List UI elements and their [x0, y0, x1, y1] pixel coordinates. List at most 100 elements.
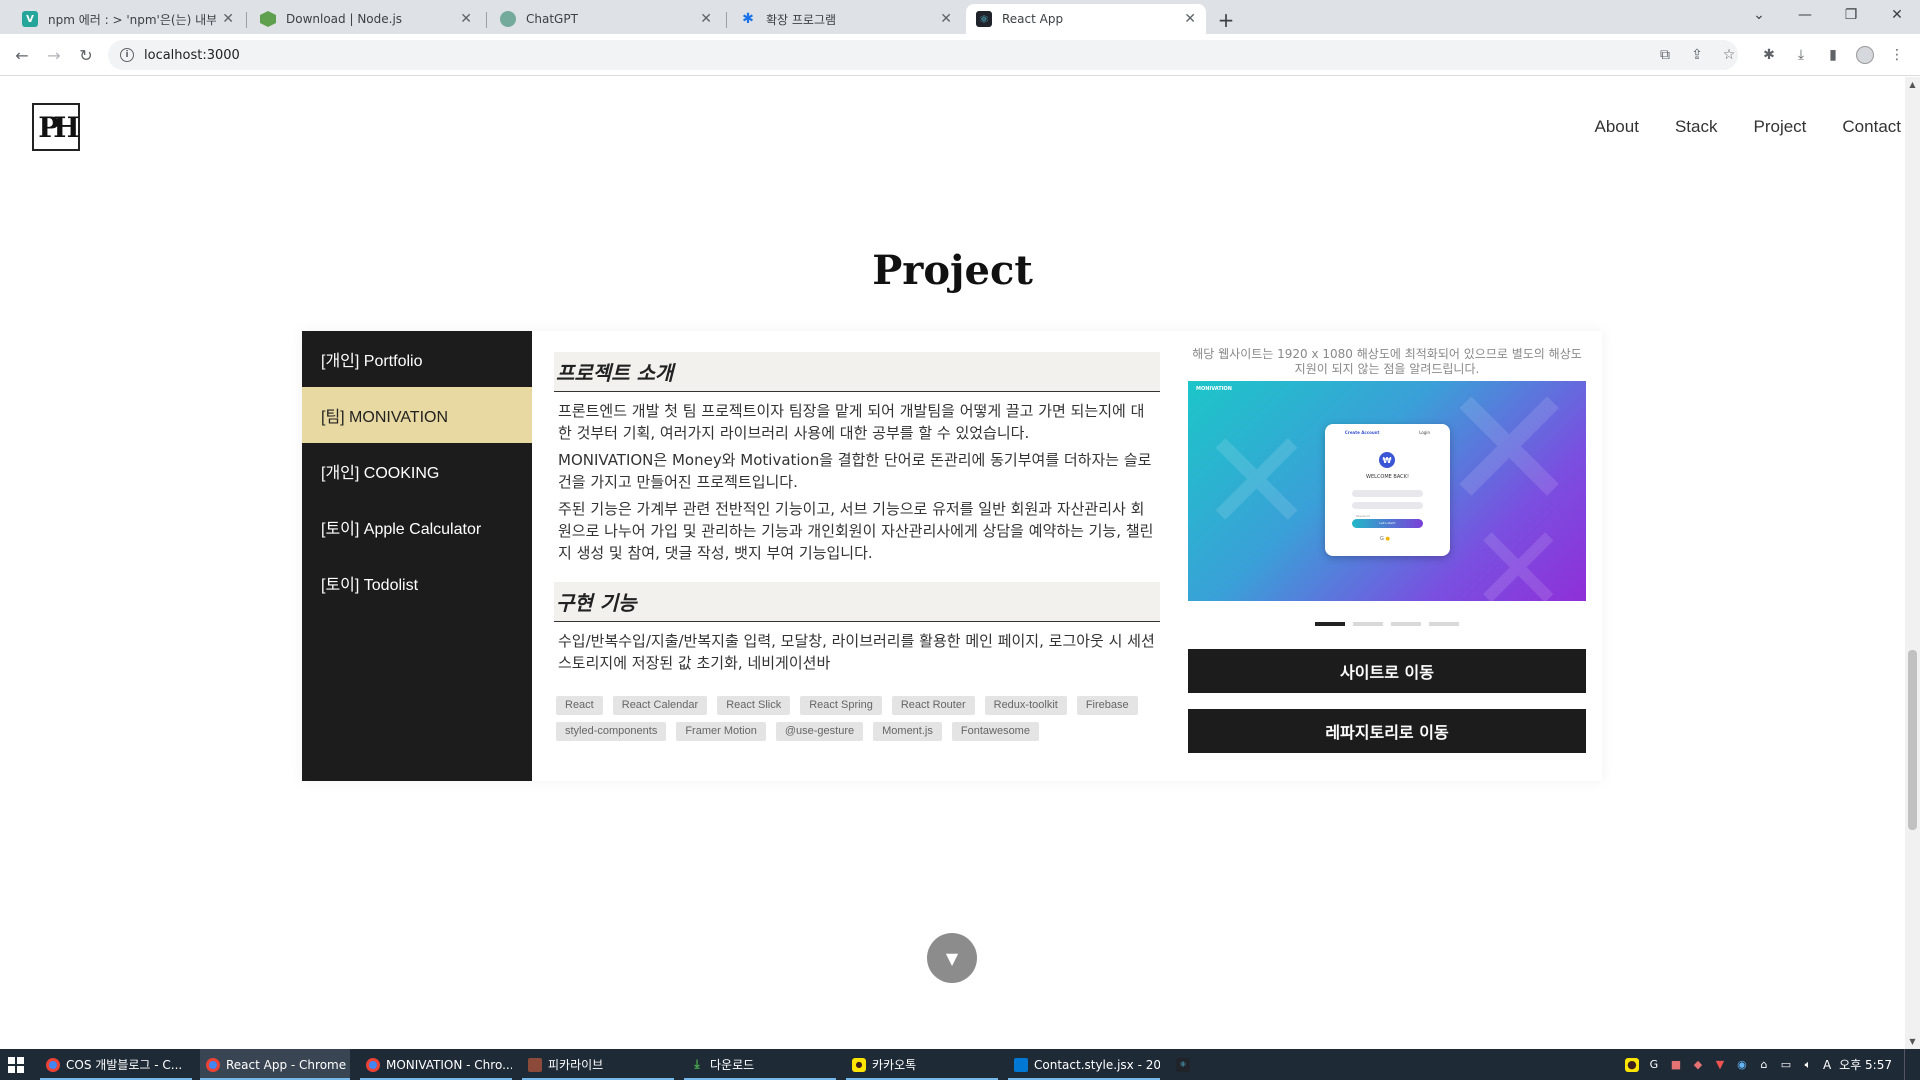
- close-icon[interactable]: ✕: [460, 11, 472, 27]
- project-item-monivation[interactable]: [팀] MONIVATION: [302, 387, 532, 443]
- tab-label: 확장 프로그램: [766, 12, 837, 27]
- kakaotalk-tray-icon[interactable]: ●: [1624, 1057, 1639, 1072]
- back-icon[interactable]: ←: [10, 43, 34, 67]
- taskbar-item-kakaotalk[interactable]: ● 카카오톡: [846, 1049, 998, 1080]
- login-tabs: Create Account Login: [1325, 424, 1450, 435]
- close-icon[interactable]: ✕: [700, 11, 712, 27]
- tech-tag: React Spring: [800, 696, 882, 715]
- slide-dot[interactable]: [1315, 622, 1345, 626]
- share-icon[interactable]: ⇪: [1686, 44, 1708, 66]
- nav-stack[interactable]: Stack: [1675, 117, 1718, 137]
- feature-text: 수입/반복수입/지출/반복지출 입력, 모달창, 라이브러리를 활용한 메인 페…: [558, 632, 1155, 672]
- browser-tab-npm-error[interactable]: V npm 에러 : > 'npm'은(는) 내부 ✕: [12, 4, 244, 34]
- intro-paragraph: MONIVATION은 Money와 Motivation을 결합한 단어로 돈…: [558, 451, 1152, 491]
- slide-dot[interactable]: [1353, 622, 1383, 626]
- site-info-icon[interactable]: i: [120, 48, 134, 62]
- go-to-repository-button[interactable]: 레파지토리로 이동: [1188, 709, 1586, 753]
- project-item-apple-calculator[interactable]: [토이] Apple Calculator: [302, 499, 532, 555]
- antivirus-tray-icon[interactable]: ▼: [1713, 1058, 1727, 1072]
- chrome-icon: [366, 1057, 380, 1072]
- open-in-app-icon[interactable]: ⧉: [1654, 44, 1676, 66]
- project-description: 프로젝트 소개 프론트엔드 개발 첫 팀 프로젝트이자 팀장을 맡게 되어 개발…: [554, 352, 1160, 741]
- display-tray-icon[interactable]: ▭: [1779, 1058, 1793, 1072]
- scroll-down-arrow-icon[interactable]: ▼: [1905, 1034, 1920, 1049]
- slide-dot[interactable]: [1391, 622, 1421, 626]
- feature-heading: 구현 기능: [554, 582, 1160, 622]
- tech-tag: React Slick: [717, 696, 791, 715]
- chrome-menu-icon[interactable]: ⋮: [1886, 44, 1908, 66]
- side-panel-icon[interactable]: ▮: [1822, 44, 1844, 66]
- extensions-icon[interactable]: ✱: [1758, 44, 1780, 66]
- new-tab-button[interactable]: +: [1212, 6, 1240, 34]
- taskbar-item-label: Contact.style.jsx - 20...: [1034, 1057, 1160, 1072]
- project-item-portfolio[interactable]: [개인] Portfolio: [302, 331, 532, 387]
- profile-avatar[interactable]: [1854, 44, 1876, 66]
- tab-separator: [726, 12, 727, 28]
- system-tray: ● G ■ ◆ ▼ ◉ ⌂ ▭ 🔈︎ A 오후 5:57: [1624, 1049, 1910, 1080]
- browser-tab-chatgpt[interactable]: ChatGPT ✕: [490, 4, 722, 34]
- close-icon[interactable]: ✕: [222, 11, 234, 27]
- background-pattern: ✕: [1468, 501, 1569, 601]
- v-site-icon: V: [22, 11, 38, 27]
- g-tray-icon[interactable]: G: [1647, 1058, 1661, 1072]
- nav-project[interactable]: Project: [1753, 117, 1806, 137]
- project-item-todolist[interactable]: [토이] Todolist: [302, 555, 532, 611]
- nav-about[interactable]: About: [1595, 117, 1639, 137]
- ime-indicator[interactable]: A: [1823, 1058, 1831, 1072]
- bookmark-star-icon[interactable]: ☆: [1718, 44, 1740, 66]
- show-desktop-button[interactable]: [1904, 1049, 1910, 1080]
- tab-search-icon[interactable]: ⌄: [1736, 0, 1782, 30]
- forward-icon[interactable]: →: [42, 43, 66, 67]
- browser-tab-react-app[interactable]: ⚛ React App ✕: [966, 4, 1206, 34]
- address-bar[interactable]: i localhost:3000: [108, 40, 1738, 70]
- download-icon[interactable]: ⤓: [1790, 44, 1812, 66]
- taskbar-item-app[interactable]: ⚛: [1170, 1049, 1198, 1080]
- download-folder-icon: ⤓: [694, 1057, 700, 1071]
- pikalive-icon: [528, 1057, 542, 1072]
- security-tray-icon[interactable]: ◆: [1691, 1058, 1705, 1072]
- taskbar-item-vscode[interactable]: Contact.style.jsx - 20...: [1008, 1049, 1160, 1080]
- tech-tag: styled-components: [556, 722, 667, 741]
- go-to-site-button[interactable]: 사이트로 이동: [1188, 649, 1586, 693]
- caret-down-icon: ▼: [945, 948, 959, 968]
- taskbar-item-downloads[interactable]: ⤓ 다운로드: [684, 1049, 836, 1080]
- scrollbar-thumb[interactable]: [1908, 650, 1917, 830]
- restore-icon[interactable]: ❐: [1828, 0, 1874, 30]
- close-icon[interactable]: ✕: [940, 11, 952, 27]
- section-title: Project: [872, 247, 1033, 294]
- project-item-cooking[interactable]: [개인] COOKING: [302, 443, 532, 499]
- network-tray-icon[interactable]: ⌂: [1757, 1058, 1771, 1072]
- cloud-tray-icon[interactable]: ◉: [1735, 1058, 1749, 1072]
- close-icon[interactable]: ✕: [1184, 11, 1196, 27]
- chrome-icon: [206, 1057, 220, 1072]
- scroll-down-button[interactable]: ▼: [927, 933, 977, 983]
- windows-start-icon[interactable]: [8, 1057, 24, 1073]
- taskbar-item-react-app[interactable]: React App - Chrome: [200, 1049, 350, 1080]
- taskbar-item-monivation[interactable]: MONIVATION - Chro...: [360, 1049, 512, 1080]
- browser-tab-strip: V npm 에러 : > 'npm'은(는) 내부 ✕ Download | N…: [0, 0, 1920, 34]
- nav-contact[interactable]: Contact: [1842, 117, 1901, 137]
- taskbar-item-pikalive[interactable]: 피카라이브: [522, 1049, 674, 1080]
- tab-label: Download | Node.js: [286, 12, 403, 26]
- reload-icon[interactable]: ↻: [74, 43, 98, 67]
- tech-tag: React Calendar: [612, 696, 708, 715]
- browser-tab-nodejs[interactable]: Download | Node.js ✕: [250, 4, 482, 34]
- url-text: localhost:3000: [144, 47, 240, 63]
- intro-paragraph: 주된 기능은 가계부 관련 전반적인 기능이고, 서브 기능으로 유저를 일반 …: [558, 500, 1154, 562]
- taskbar-item-chrome-blog[interactable]: COS 개발블로그 - C...: [40, 1049, 192, 1080]
- tech-tag: Redux-toolkit: [984, 696, 1067, 715]
- page-scrollbar[interactable]: ▲ ▼: [1905, 77, 1920, 1049]
- app-tray-icon[interactable]: ■: [1669, 1058, 1683, 1072]
- slide-dot[interactable]: [1429, 622, 1459, 626]
- tab-separator: [486, 12, 487, 28]
- site-logo[interactable]: PH: [32, 103, 80, 151]
- volume-icon[interactable]: 🔈︎: [1801, 1058, 1815, 1072]
- window-close-icon[interactable]: ✕: [1874, 0, 1920, 30]
- minimize-icon[interactable]: —: [1782, 0, 1828, 30]
- kakaotalk-icon: ●: [852, 1057, 866, 1072]
- preview-slide[interactable]: ✕ ✕ ✕ MONIVATION Create Account Login ₩ …: [1188, 381, 1586, 601]
- scroll-up-arrow-icon[interactable]: ▲: [1905, 77, 1920, 92]
- clock[interactable]: 오후 5:57: [1839, 1056, 1892, 1073]
- tech-tag: Framer Motion: [676, 722, 766, 741]
- browser-tab-extensions[interactable]: ✱ 확장 프로그램 ✕: [730, 4, 962, 34]
